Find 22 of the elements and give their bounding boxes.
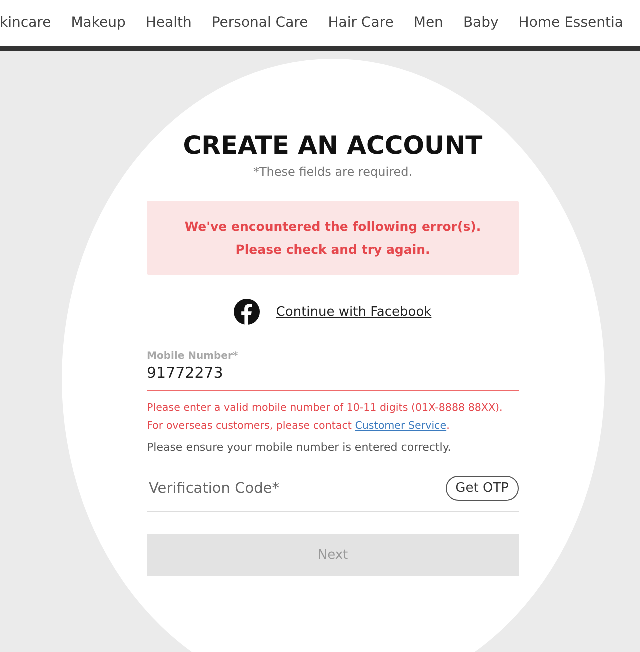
nav-link[interactable]: kincare: [0, 15, 52, 31]
error-banner: We've encountered the following error(s). Please check and try again.: [147, 201, 519, 275]
page-title: CREATE AN ACCOUNT: [182, 131, 484, 161]
get-otp-button[interactable]: Get OTP: [446, 476, 519, 501]
customer-service-link[interactable]: Customer Service: [355, 420, 447, 432]
verification-code-input[interactable]: Verification Code*: [147, 480, 446, 498]
mobile-number-input[interactable]: 91772273: [147, 362, 519, 391]
nav-link[interactable]: Health: [146, 15, 192, 31]
facebook-link[interactable]: Continue with Facebook: [276, 304, 432, 320]
nav-link[interactable]: Men: [414, 15, 444, 31]
error-text: .: [446, 420, 450, 432]
nav-link[interactable]: Baby: [463, 15, 499, 31]
hint-text: Please ensure your mobile number is entered correctly.: [147, 441, 452, 454]
nav-link[interactable]: Home Essentia: [518, 15, 624, 31]
required-note: *These fields are required.: [252, 165, 414, 179]
field-label: Mobile Number*: [147, 351, 240, 362]
nav-link[interactable]: Hair Care: [328, 15, 394, 31]
facebook-icon: [234, 299, 260, 325]
nav-link[interactable]: Makeup: [71, 15, 126, 31]
error-text: For overseas customers, please contact: [147, 420, 353, 432]
error-text: Please enter a valid mobile number of 10-11 digits (01X-8888 88XX).: [147, 401, 504, 416]
nav-link[interactable]: Personal Care: [212, 15, 308, 31]
